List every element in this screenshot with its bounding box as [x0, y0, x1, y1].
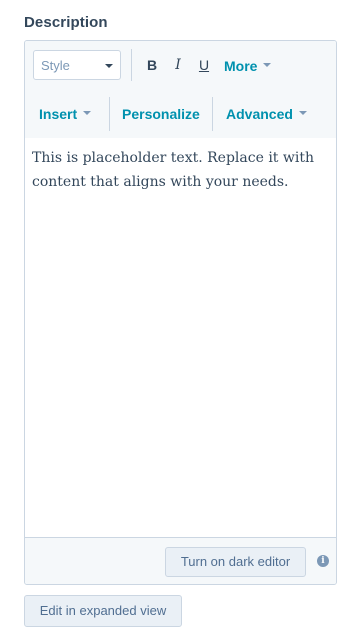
- rich-text-editor: Style B I U More Insert Personalize Adva…: [24, 40, 337, 585]
- info-icon[interactable]: i: [317, 555, 329, 567]
- style-select[interactable]: Style: [33, 50, 121, 80]
- toolbar-divider: [109, 97, 110, 131]
- insert-label: Insert: [39, 106, 78, 122]
- chevron-down-icon: [298, 111, 307, 116]
- toolbar-divider: [212, 97, 213, 131]
- chevron-down-icon: [105, 64, 113, 68]
- editor-content-area[interactable]: This is placeholder text. Replace it wit…: [25, 138, 336, 538]
- style-select-value: Style: [41, 58, 70, 73]
- field-label: Description: [24, 14, 108, 31]
- more-label: More: [224, 58, 258, 74]
- bold-button[interactable]: B: [142, 55, 162, 75]
- underline-button[interactable]: U: [194, 55, 214, 75]
- chevron-down-icon: [263, 63, 272, 68]
- editor-footer: Turn on dark editor i: [25, 538, 336, 584]
- toolbar-divider: [131, 49, 132, 81]
- editor-toolbar: Style B I U More Insert Personalize Adva…: [25, 41, 336, 139]
- advanced-dropdown[interactable]: Advanced: [226, 106, 307, 122]
- more-dropdown[interactable]: More: [224, 58, 272, 74]
- editor-text: This is placeholder text. Replace it wit…: [32, 150, 314, 190]
- personalize-button[interactable]: Personalize: [122, 106, 200, 122]
- dark-editor-toggle-button[interactable]: Turn on dark editor: [165, 547, 306, 577]
- italic-button[interactable]: I: [168, 55, 188, 75]
- expanded-view-button[interactable]: Edit in expanded view: [24, 595, 182, 627]
- advanced-label: Advanced: [226, 106, 293, 122]
- insert-dropdown[interactable]: Insert: [39, 106, 92, 122]
- chevron-down-icon: [83, 111, 92, 116]
